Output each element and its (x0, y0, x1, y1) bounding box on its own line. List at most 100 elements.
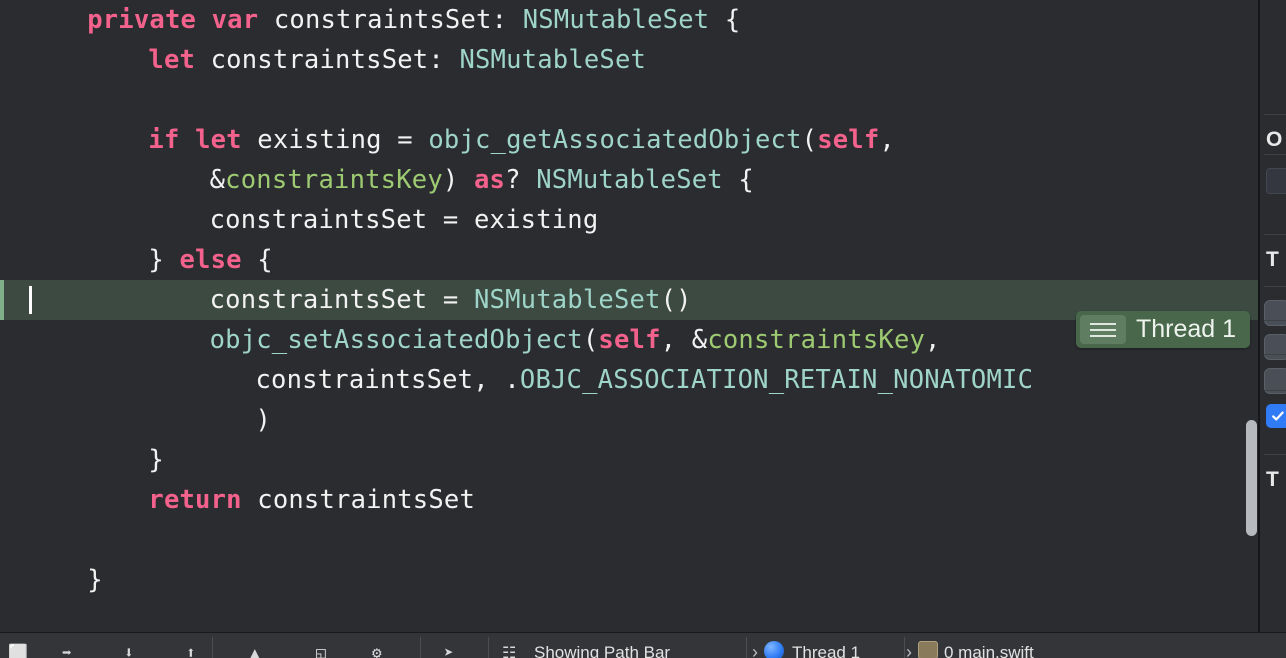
code-line[interactable]: let constraintsSet: NSMutableSet (0, 40, 1258, 80)
toolbar-divider (746, 637, 747, 658)
code-token: NSMutableSet (473, 285, 661, 315)
code-token: NSMutableSet (522, 5, 710, 35)
code-token: private (87, 5, 197, 35)
thread-indicator-badge[interactable]: Thread 1 (1075, 311, 1250, 348)
code-token: & (209, 165, 226, 195)
view-hierarchy-icon[interactable]: ◱ (316, 643, 326, 658)
code-token: if (148, 125, 180, 155)
code-editor[interactable]: private var constraintsSet: NSMutableSet… (0, 0, 1258, 632)
breadcrumb-segment[interactable]: Thread 1 (792, 643, 860, 658)
code-token: NSMutableSet (459, 45, 647, 75)
code-token: else (179, 245, 242, 275)
toolbar-divider (488, 637, 489, 658)
code-token: ) (255, 405, 272, 435)
code-token: return (148, 485, 242, 515)
code-token: constraintsKey (707, 325, 926, 355)
thread-badge-label: Thread 1 (1135, 315, 1236, 343)
code-token: self (598, 325, 661, 355)
code-line[interactable]: private var constraintsSet: NSMutableSet… (0, 0, 1258, 40)
chevron-right-icon: › (906, 642, 912, 658)
inspector-label: T (1266, 468, 1279, 491)
inspector-label: O (1266, 128, 1283, 151)
code-token: let (195, 125, 242, 155)
code-token: var (211, 5, 259, 35)
step-into-icon[interactable]: ⬇ (124, 643, 134, 658)
code-line[interactable] (0, 520, 1258, 560)
code-token: () (660, 285, 692, 315)
memory-graph-icon[interactable]: ⚙ (372, 643, 382, 658)
code-token: constraintsSet: (258, 5, 523, 35)
editor-vertical-scrollbar[interactable] (1246, 420, 1257, 536)
hide-debug-area-icon[interactable]: ⬜ (8, 643, 28, 658)
code-token: constraintsSet = (209, 285, 474, 315)
code-line[interactable]: } (0, 560, 1258, 600)
code-line[interactable]: constraintsSet = existing (0, 200, 1258, 240)
panel-divider (1264, 390, 1286, 391)
code-line[interactable]: constraintsSet, .OBJC_ASSOCIATION_RETAIN… (0, 360, 1258, 400)
inspector-panel[interactable]: O T T (1258, 0, 1286, 632)
inspector-checkbox[interactable] (1266, 404, 1286, 428)
panel-divider (1264, 234, 1286, 235)
breadcrumb-segment[interactable]: 0 main.swift (944, 643, 1034, 658)
step-out-icon[interactable]: ⬆ (186, 643, 196, 658)
location-icon[interactable]: ➤ (444, 643, 454, 658)
code-token: constraintsSet, . (255, 365, 520, 395)
toolbar-divider (212, 637, 213, 658)
code-token: self (817, 125, 880, 155)
code-token: let (148, 45, 196, 75)
code-lines: private var constraintsSet: NSMutableSet… (0, 0, 1258, 600)
code-token: constraintsKey (225, 165, 443, 195)
code-token: , (879, 125, 895, 155)
inspector-button[interactable] (1264, 300, 1286, 326)
code-line[interactable]: if let existing = objc_getAssociatedObje… (0, 120, 1258, 160)
step-over-icon[interactable]: ➡ (62, 643, 72, 658)
code-token: } (148, 445, 164, 475)
code-token: constraintsSet (241, 485, 476, 515)
panel-divider (1264, 454, 1286, 455)
code-token: constraintsSet: (195, 45, 460, 75)
code-token: { (241, 245, 273, 275)
debug-toolbar[interactable]: ⬜ ➡ ⬇ ⬆ ▲ ◱ ⚙ ➤ ☷ Showing Path Bar Thread 1 0 main.… (0, 632, 1286, 658)
code-token: existing = (241, 125, 429, 155)
inspector-button[interactable] (1264, 334, 1286, 360)
code-token: objc_getAssociatedObject (428, 125, 802, 155)
inspector-label: T (1266, 248, 1279, 271)
panel-divider (1264, 286, 1286, 287)
code-token: constraintsSet = existing (209, 205, 599, 235)
code-line[interactable]: } else { (0, 240, 1258, 280)
code-line[interactable]: &constraintsKey) as? NSMutableSet { (0, 160, 1258, 200)
code-line[interactable]: return constraintsSet (0, 480, 1258, 520)
panel-divider (1264, 154, 1286, 155)
code-token: { (722, 165, 754, 195)
code-token: } (87, 565, 103, 595)
code-line[interactable]: ) (0, 400, 1258, 440)
file-icon (918, 641, 938, 658)
grid-icon[interactable]: ☷ (502, 643, 516, 658)
inspector-text-field[interactable] (1266, 168, 1286, 194)
code-token: OBJC_ASSOCIATION_RETAIN_NONATOMIC (519, 365, 1034, 395)
panel-divider (1264, 320, 1286, 321)
toolbar-divider (904, 637, 905, 658)
xcode-editor-window: private var constraintsSet: NSMutableSet… (0, 0, 1286, 658)
hamburger-icon (1079, 315, 1126, 344)
code-token: ( (801, 125, 818, 155)
code-line[interactable]: objc_setAssociatedObject(self, &constrai… (0, 320, 1258, 360)
breadcrumb-segment[interactable]: Showing Path Bar (534, 643, 670, 658)
code-token: } (148, 245, 180, 275)
code-token: NSMutableSet (536, 165, 723, 195)
code-line[interactable] (0, 80, 1258, 120)
code-token: , & (660, 325, 708, 355)
code-token: { (709, 5, 741, 35)
code-line-current[interactable]: constraintsSet = NSMutableSet() (0, 280, 1258, 320)
code-token: ? (505, 165, 537, 195)
code-token: , (925, 325, 941, 355)
text-cursor (29, 286, 32, 314)
code-line[interactable]: } (0, 440, 1258, 480)
code-token: ) (442, 165, 474, 195)
continue-icon[interactable]: ▲ (250, 643, 260, 658)
panel-divider (1264, 354, 1286, 355)
chevron-right-icon: › (752, 642, 758, 658)
panel-divider (1264, 114, 1286, 115)
